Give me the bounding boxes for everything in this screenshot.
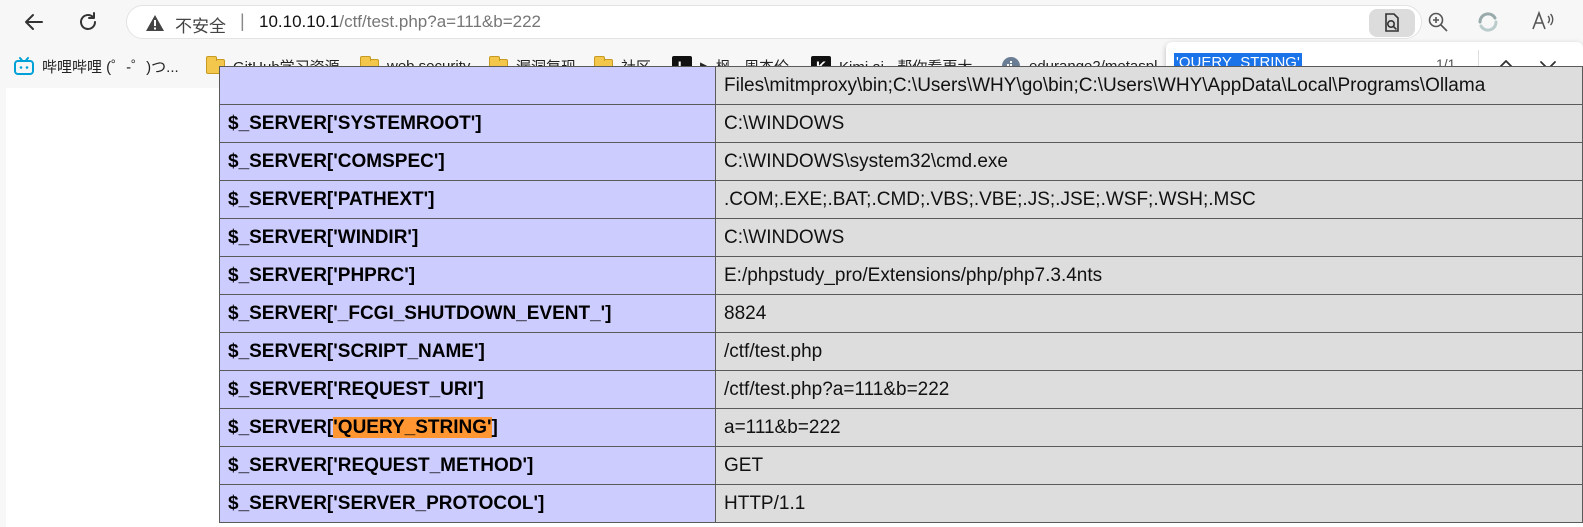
- value-cell: C:\WINDOWS\system32\cmd.exe: [715, 142, 1583, 181]
- table-row: $_SERVER['SCRIPT_NAME'] /ctf/test.php: [219, 332, 1583, 371]
- table-row: $_SERVER['SYSTEMROOT'] C:\WINDOWS: [219, 104, 1583, 143]
- table-row: $_SERVER['WINDIR'] C:\WINDOWS: [219, 218, 1583, 257]
- back-button[interactable]: [18, 6, 50, 38]
- key-cell: $_SERVER['COMSPEC']: [219, 142, 716, 181]
- key-cell: $_SERVER['_FCGI_SHUTDOWN_EVENT_']: [219, 294, 716, 333]
- left-gutter: [0, 88, 6, 527]
- key-suffix: ]: [491, 416, 498, 438]
- key-cell: $_SERVER['SYSTEMROOT']: [219, 104, 716, 143]
- key-prefix: $_SERVER[: [228, 416, 334, 438]
- bookmark-item[interactable]: 哔哩哔哩 (゜-゜)つ...: [14, 55, 179, 77]
- table-row: $_SERVER['REQUEST_METHOD'] GET: [219, 446, 1583, 485]
- bookmark-label: 哔哩哔哩 (゜-゜)つ...: [42, 58, 179, 76]
- key-cell: $_SERVER['WINDIR']: [219, 218, 716, 257]
- read-aloud-icon[interactable]: [1531, 10, 1555, 32]
- reload-icon: [80, 12, 96, 30]
- key-cell: $_SERVER['REQUEST_METHOD']: [219, 446, 716, 485]
- server-variables-table: Files\mitmproxy\bin;C:\Users\WHY\go\bin;…: [219, 66, 1583, 523]
- value-cell: C:\WINDOWS: [715, 218, 1583, 257]
- reload-button[interactable]: [72, 6, 104, 38]
- browser-toolbar: 不安全 | 10.10.10.1/ctf/test.php?a=111&b=22…: [0, 0, 1583, 44]
- value-cell: .COM;.EXE;.BAT;.CMD;.VBS;.VBE;.JS;.JSE;.…: [715, 180, 1583, 219]
- table-row: $_SERVER['REQUEST_URI'] /ctf/test.php?a=…: [219, 370, 1583, 409]
- find-on-page-button[interactable]: [1369, 9, 1415, 37]
- key-cell: [219, 66, 716, 105]
- find-highlight: 'QUERY_STRING': [333, 416, 492, 438]
- key-cell: $_SERVER['QUERY_STRING']: [219, 408, 716, 447]
- key-cell: $_SERVER['SCRIPT_NAME']: [219, 332, 716, 371]
- bilibili-icon: [14, 57, 34, 75]
- key-cell: $_SERVER['SERVER_PROTOCOL']: [219, 484, 716, 523]
- table-row: $_SERVER['PHPRC'] E:/phpstudy_pro/Extens…: [219, 256, 1583, 295]
- address-separator: |: [240, 11, 245, 31]
- key-cell: $_SERVER['PHPRC']: [219, 256, 716, 295]
- value-cell: C:\WINDOWS: [715, 104, 1583, 143]
- key-cell: $_SERVER['PATHEXT']: [219, 180, 716, 219]
- find-on-page-icon: [1385, 13, 1399, 32]
- table-row: $_SERVER['QUERY_STRING'] a=111&b=222: [219, 408, 1583, 447]
- value-cell: GET: [715, 446, 1583, 485]
- address-bar[interactable]: 不安全 | 10.10.10.1/ctf/test.php?a=111&b=22…: [126, 5, 1554, 39]
- page-content: Files\mitmproxy\bin;C:\Users\WHY\go\bin;…: [0, 66, 1583, 527]
- table-row: $_SERVER['COMSPEC'] C:\WINDOWS\system32\…: [219, 142, 1583, 181]
- table-row: Files\mitmproxy\bin;C:\Users\WHY\go\bin;…: [219, 66, 1583, 105]
- value-cell: /ctf/test.php?a=111&b=222: [715, 370, 1583, 409]
- url-host: 10.10.10.1: [259, 12, 340, 31]
- value-cell: /ctf/test.php: [715, 332, 1583, 371]
- back-arrow-icon: [25, 14, 43, 30]
- value-cell: 8824: [715, 294, 1583, 333]
- table-row: $_SERVER['PATHEXT'] .COM;.EXE;.BAT;.CMD;…: [219, 180, 1583, 219]
- copilot-icon[interactable]: [1477, 11, 1499, 33]
- value-cell: Files\mitmproxy\bin;C:\Users\WHY\go\bin;…: [715, 66, 1583, 105]
- zoom-icon[interactable]: [1427, 11, 1449, 33]
- table-row: $_SERVER['SERVER_PROTOCOL'] HTTP/1.1: [219, 484, 1583, 523]
- url-text[interactable]: 10.10.10.1/ctf/test.php?a=111&b=222: [259, 12, 541, 32]
- value-cell: E:/phpstudy_pro/Extensions/php/php7.3.4n…: [715, 256, 1583, 295]
- value-cell: a=111&b=222: [715, 408, 1583, 447]
- key-cell: $_SERVER['REQUEST_URI']: [219, 370, 716, 409]
- value-cell: HTTP/1.1: [715, 484, 1583, 523]
- table-row: $_SERVER['_FCGI_SHUTDOWN_EVENT_'] 8824: [219, 294, 1583, 333]
- url-path: /ctf/test.php?a=111&b=222: [339, 12, 542, 31]
- security-label[interactable]: 不安全: [175, 12, 226, 37]
- warning-icon[interactable]: [145, 13, 165, 33]
